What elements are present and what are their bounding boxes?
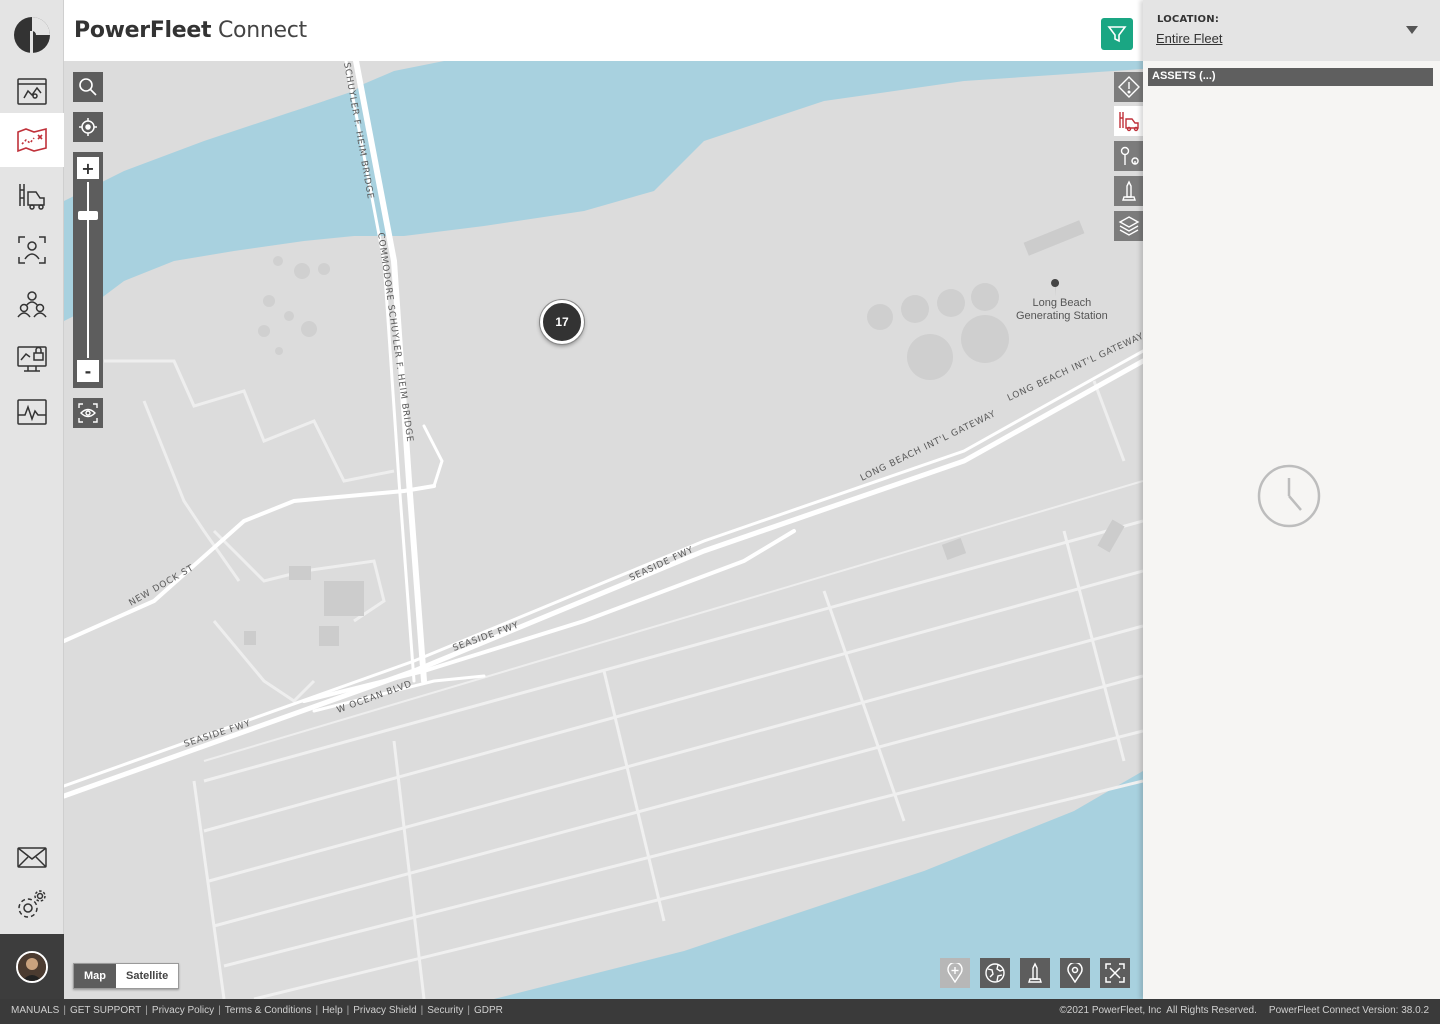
filter-button[interactable]	[1101, 18, 1133, 50]
footer-sep: |	[315, 1005, 319, 1016]
top-header: PowerFleet Connect	[64, 0, 1143, 61]
nav-messages[interactable]	[0, 830, 64, 884]
nav-settings[interactable]	[0, 877, 64, 931]
map-type-toggle: Map Satellite	[73, 963, 180, 989]
nav-assets[interactable]	[0, 169, 64, 223]
truck-icon	[1118, 112, 1139, 132]
asset-cluster-marker[interactable]: 17	[540, 300, 584, 344]
eye-icon	[78, 403, 98, 423]
poi-label: Long Beach Generating Station	[1016, 297, 1108, 323]
footer-sep: |	[218, 1005, 221, 1016]
loading-clock-icon	[1257, 464, 1321, 528]
footer-copyright: ©2021 PowerFleet, Inc All Rights Reserve…	[1059, 1005, 1257, 1016]
map-search-button[interactable]	[73, 72, 103, 102]
assets-tool[interactable]	[1114, 106, 1143, 136]
zoom-in-button[interactable]: +	[77, 157, 99, 179]
footer-sep: |	[145, 1005, 148, 1016]
nav-drivers[interactable]	[0, 223, 64, 277]
footer-version: PowerFleet Connect Version: 38.0.2	[1268, 1005, 1429, 1016]
footer-link-support[interactable]: GET SUPPORT	[70, 1005, 141, 1016]
map-type-map-button[interactable]: Map	[74, 964, 116, 988]
footer: MANUALS | GET SUPPORT | Privacy Policy | Te…	[0, 999, 1440, 1024]
location-label: LOCATION:	[1157, 14, 1220, 25]
map-tiles[interactable]: SCHUYLER F. HEIM BRIDGE COMMODORE SCHUYL…	[64, 61, 1143, 999]
location-selector[interactable]: LOCATION: Entire Fleet	[1143, 0, 1440, 61]
search-icon	[79, 78, 97, 96]
chevron-down-icon[interactable]	[1406, 26, 1418, 34]
route-pin-icon	[1120, 146, 1139, 165]
add-pin-icon	[947, 963, 963, 983]
app-title: PowerFleet Connect	[74, 18, 307, 43]
users-icon	[17, 291, 47, 318]
avatar	[16, 950, 48, 983]
nav-users[interactable]	[0, 277, 64, 331]
alerts-tool[interactable]	[1114, 72, 1143, 102]
visibility-button[interactable]	[73, 398, 103, 428]
layers-tool[interactable]	[1114, 211, 1143, 241]
footer-sep: |	[346, 1005, 350, 1016]
footer-link-privacy[interactable]: Privacy Policy	[152, 1005, 214, 1016]
footer-sep: |	[467, 1005, 470, 1016]
monument-icon	[1028, 962, 1042, 983]
location-pin-icon	[1067, 963, 1083, 983]
messages-icon	[17, 847, 47, 868]
zoom-track[interactable]	[87, 182, 89, 358]
footer-link-privacy-shield[interactable]: Privacy Shield	[353, 1005, 416, 1016]
nav-reports[interactable]	[0, 385, 64, 439]
footer-link-security[interactable]: Security	[427, 1005, 463, 1016]
brand-bold: PowerFleet	[74, 18, 212, 43]
map-type-satellite-button[interactable]: Satellite	[116, 964, 178, 988]
footer-right: ©2021 PowerFleet, Inc All Rights Reserve…	[1059, 1005, 1429, 1016]
poi-name-line2: Generating Station	[1016, 310, 1108, 322]
footer-links: MANUALS | GET SUPPORT | Privacy Policy | Te…	[11, 1005, 503, 1016]
zoom-out-button[interactable]: -	[77, 360, 99, 382]
zoom-control: + -	[73, 152, 103, 388]
crosshair-icon	[79, 118, 97, 136]
geofence-tool[interactable]	[980, 958, 1010, 988]
poi-name-line1: Long Beach	[1032, 297, 1092, 309]
alert-diamond-icon	[1117, 76, 1140, 98]
nav-map[interactable]	[0, 113, 64, 167]
filter-icon	[1107, 26, 1127, 43]
globe-icon	[985, 963, 1005, 983]
left-nav	[0, 0, 64, 999]
nav-dashboard[interactable]	[0, 65, 64, 119]
reports-icon	[17, 399, 47, 425]
footer-sep: |	[420, 1005, 424, 1016]
location-value-link[interactable]: Entire Fleet	[1156, 31, 1222, 46]
landmark-tool[interactable]	[1020, 958, 1050, 988]
places-tool[interactable]	[1114, 141, 1143, 171]
nav-security[interactable]	[0, 331, 64, 385]
zoom-slider-handle[interactable]	[78, 211, 98, 220]
footer-sep: |	[63, 1005, 66, 1016]
layers-icon	[1118, 216, 1139, 236]
landmark-icon	[1121, 180, 1136, 201]
brand-light: Connect	[217, 18, 307, 43]
right-panel: LOCATION: Entire Fleet ASSETS (...)	[1143, 0, 1440, 999]
dashboard-icon	[17, 78, 47, 105]
footer-link-terms[interactable]: Terms & Conditions	[225, 1005, 312, 1016]
user-avatar-button[interactable]	[0, 934, 64, 999]
map-icon	[17, 127, 47, 153]
assets-header: ASSETS (...)	[1148, 68, 1433, 86]
settings-icon	[18, 890, 46, 918]
footer-link-manuals[interactable]: MANUALS	[11, 1005, 59, 1016]
fullscreen-icon	[1105, 963, 1125, 983]
landmarks-tool[interactable]	[1114, 176, 1143, 206]
add-place-tool[interactable]	[940, 958, 970, 988]
assets-icon	[19, 184, 45, 210]
pin-tool[interactable]	[1060, 958, 1090, 988]
fullscreen-tool[interactable]	[1100, 958, 1130, 988]
security-icon	[17, 346, 47, 372]
powerfleet-logo-icon[interactable]	[0, 0, 64, 70]
drivers-icon	[18, 236, 46, 264]
footer-link-help[interactable]: Help	[322, 1005, 343, 1016]
map-canvas[interactable]: SCHUYLER F. HEIM BRIDGE COMMODORE SCHUYL…	[64, 61, 1143, 999]
footer-link-gdpr[interactable]: GDPR	[474, 1005, 503, 1016]
locate-button[interactable]	[73, 112, 103, 142]
